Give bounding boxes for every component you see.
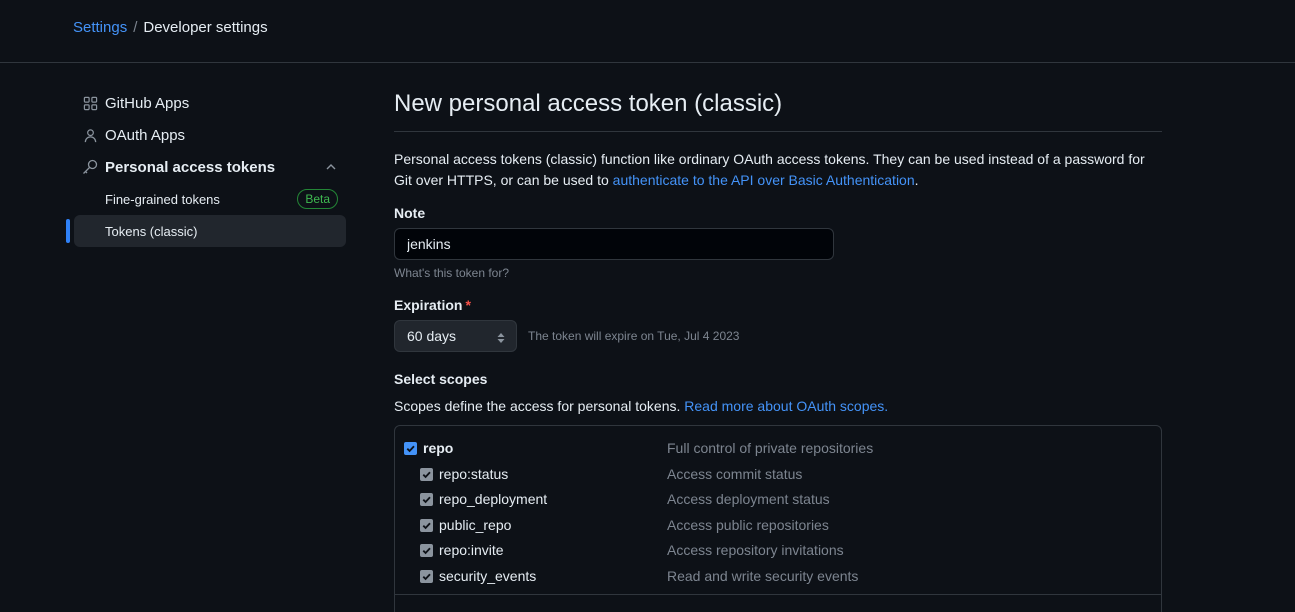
checkbox-security-events[interactable] bbox=[420, 569, 433, 583]
scopes-description: Scopes define the access for personal to… bbox=[394, 398, 1162, 414]
checkbox-public-repo[interactable] bbox=[420, 518, 433, 532]
breadcrumb-current: Developer settings bbox=[143, 19, 268, 36]
page-description: Personal access tokens (classic) functio… bbox=[394, 149, 1162, 191]
required-marker: * bbox=[465, 297, 471, 313]
scope-description: Read and write security events bbox=[667, 568, 859, 584]
expiration-label-text: Expiration bbox=[394, 297, 463, 313]
scope-name: repo:invite bbox=[439, 542, 504, 558]
checkbox-repo-status[interactable] bbox=[420, 467, 433, 481]
scopes-desc-text: Scopes define the access for personal to… bbox=[394, 398, 685, 414]
scope-name: repo_deployment bbox=[439, 491, 548, 507]
scope-row-public-repo: public_repo Access public repositories bbox=[395, 514, 1161, 536]
sidebar-subitem-label: Fine-grained tokens bbox=[105, 191, 220, 207]
scope-name: repo:status bbox=[439, 466, 509, 482]
chevron-up-icon[interactable] bbox=[324, 160, 338, 174]
scope-row-security-events: security_events Read and write security … bbox=[395, 565, 1161, 587]
scope-name: security_events bbox=[439, 568, 537, 584]
note-label: Note bbox=[394, 205, 426, 221]
breadcrumb: Settings / Developer settings bbox=[73, 19, 268, 36]
basic-auth-link[interactable]: authenticate to the API over Basic Authe… bbox=[613, 172, 915, 188]
expiration-value: 60 days bbox=[407, 328, 457, 344]
checkbox-repo[interactable] bbox=[404, 441, 417, 455]
apps-icon bbox=[82, 95, 98, 111]
sidebar-item-label: Personal access tokens bbox=[105, 158, 276, 176]
person-icon bbox=[82, 127, 98, 143]
sidebar-subitem-tokens-classic[interactable]: Tokens (classic) bbox=[66, 215, 346, 247]
expiration-note: The token will expire on Tue, Jul 4 2023 bbox=[528, 329, 740, 343]
scope-row-repo-invite: repo:invite Access repository invitation… bbox=[395, 539, 1161, 561]
scope-group-divider bbox=[395, 594, 1161, 595]
expiration-row: 60 days The token will expire on Tue, Ju… bbox=[394, 320, 1162, 352]
beta-badge: Beta bbox=[297, 189, 338, 209]
scope-description: Access repository invitations bbox=[667, 542, 844, 558]
expiration-label: Expiration * bbox=[394, 297, 1162, 313]
sidebar-item-label: GitHub Apps bbox=[105, 94, 190, 112]
scope-row-repo-deployment: repo_deployment Access deployment status bbox=[395, 488, 1161, 510]
oauth-scopes-link[interactable]: Read more about OAuth scopes. bbox=[684, 398, 888, 414]
scope-name: repo bbox=[423, 440, 454, 456]
scope-row-repo-status: repo:status Access commit status bbox=[395, 463, 1161, 485]
scopes-list: repo Full control of private repositorie… bbox=[394, 425, 1162, 612]
sidebar-subitem-fine-grained-tokens[interactable]: Fine-grained tokens Beta bbox=[66, 183, 346, 215]
sidebar-item-label: OAuth Apps bbox=[105, 126, 186, 144]
scope-description: Access commit status bbox=[667, 466, 803, 482]
checkbox-repo-deployment[interactable] bbox=[420, 492, 433, 506]
active-indicator bbox=[66, 219, 70, 243]
sidebar: GitHub Apps OAuth Apps Personal access t… bbox=[66, 87, 346, 247]
scope-name: public_repo bbox=[439, 517, 512, 533]
main-content: New personal access token (classic) Pers… bbox=[394, 90, 1162, 612]
expiration-select[interactable]: 60 days bbox=[394, 320, 517, 352]
scope-row-repo: repo Full control of private repositorie… bbox=[395, 437, 1161, 459]
scope-description: Full control of private repositories bbox=[667, 440, 874, 456]
key-icon bbox=[82, 159, 98, 175]
note-hint: What's this token for? bbox=[394, 266, 510, 280]
sidebar-item-personal-access-tokens[interactable]: Personal access tokens bbox=[66, 151, 346, 183]
breadcrumb-separator: / bbox=[133, 19, 138, 36]
page-title: New personal access token (classic) bbox=[394, 90, 1162, 132]
description-suffix: . bbox=[914, 172, 919, 188]
scope-description: Access deployment status bbox=[667, 491, 830, 507]
note-input[interactable] bbox=[394, 228, 834, 260]
breadcrumb-settings-link[interactable]: Settings bbox=[73, 19, 127, 36]
sidebar-item-oauth-apps[interactable]: OAuth Apps bbox=[66, 119, 346, 151]
sidebar-item-github-apps[interactable]: GitHub Apps bbox=[66, 87, 346, 119]
scope-description: Access public repositories bbox=[667, 517, 829, 533]
checkbox-repo-invite[interactable] bbox=[420, 543, 433, 557]
select-caret-icon bbox=[496, 331, 506, 343]
sidebar-subitem-label: Tokens (classic) bbox=[105, 223, 198, 239]
scopes-label: Select scopes bbox=[394, 371, 488, 387]
top-bar: Settings / Developer settings bbox=[0, 0, 1295, 63]
